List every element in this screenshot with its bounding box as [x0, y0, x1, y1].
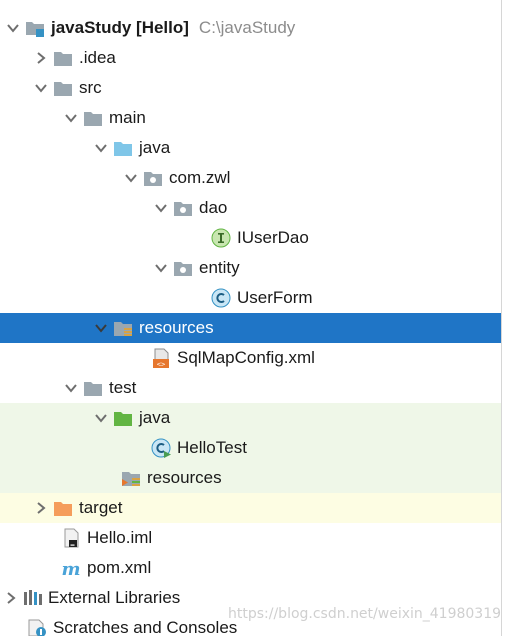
tree-row-userform[interactable]: UserForm [0, 283, 501, 313]
tree-row-sqlmapconfig[interactable]: <> SqlMapConfig.xml [0, 343, 501, 373]
package-icon [142, 167, 164, 189]
tree-row-test-resources[interactable]: resources [0, 463, 501, 493]
tree-row-label: com.zwl [169, 168, 231, 187]
svg-text:m: m [61, 559, 80, 579]
test-source-folder-icon [112, 407, 134, 429]
watermark: https://blog.csdn.net/weixin_41980319 [228, 606, 502, 622]
tree-row-label: java [139, 408, 171, 427]
scratches-icon [26, 617, 48, 636]
interface-icon [210, 227, 232, 249]
project-path-label: C:\javaStudy [198, 18, 296, 37]
folder-icon [52, 77, 74, 99]
class-icon [210, 287, 232, 309]
tree-row-label: javaStudy [Hello] [51, 18, 189, 37]
tree-row-label: Scratches and Consoles [53, 618, 238, 636]
tree-row-src[interactable]: src [0, 73, 501, 103]
source-root-folder-icon [112, 137, 134, 159]
package-icon [172, 257, 194, 279]
tree-row-test[interactable]: test [0, 373, 501, 403]
tree-row-label: target [79, 498, 123, 517]
tree-row-label: java [139, 138, 171, 157]
resources-folder-icon [112, 317, 134, 339]
panel-border [501, 0, 502, 636]
tree-row-package-entity[interactable]: entity [0, 253, 501, 283]
svg-text:<>: <> [157, 361, 165, 369]
tree-row-label: test [109, 378, 137, 397]
tree-row-target[interactable]: target [0, 493, 501, 523]
tree-row-label: resources [147, 468, 222, 487]
tree-row-label: pom.xml [87, 558, 152, 577]
tree-row-package-com-zwl[interactable]: com.zwl [0, 163, 501, 193]
tree-row-label: UserForm [237, 288, 313, 307]
chevron-down-icon[interactable] [90, 313, 112, 343]
test-class-icon [150, 437, 172, 459]
chevron-down-icon[interactable] [150, 253, 172, 283]
chevron-down-icon[interactable] [2, 13, 24, 43]
iml-file-icon [60, 527, 82, 549]
chevron-right-icon[interactable] [0, 583, 22, 613]
tree-row-iuserdao[interactable]: IUserDao [0, 223, 501, 253]
libraries-icon [22, 587, 44, 609]
tree-row-label: SqlMapConfig.xml [177, 348, 315, 367]
chevron-right-icon[interactable] [30, 493, 52, 523]
folder-icon [82, 107, 104, 129]
folder-icon [52, 47, 74, 69]
tree-row-main-resources[interactable]: resources [0, 313, 501, 343]
tree-row-label: src [79, 78, 102, 97]
tree-row-label: main [109, 108, 146, 127]
tree-row-label: resources [139, 318, 214, 337]
tree-row-main-java[interactable]: java [0, 133, 501, 163]
test-resources-folder-icon [120, 467, 142, 489]
chevron-down-icon[interactable] [60, 103, 82, 133]
tree-row-label: IUserDao [237, 228, 309, 247]
chevron-down-icon[interactable] [90, 403, 112, 433]
tree-row-main[interactable]: main [0, 103, 501, 133]
package-icon [172, 197, 194, 219]
tree-row-label: Hello.iml [87, 528, 153, 547]
maven-icon: m [60, 557, 82, 579]
tree-row-label: HelloTest [177, 438, 247, 457]
tree-row-hellotest[interactable]: HelloTest [0, 433, 501, 463]
chevron-down-icon[interactable] [60, 373, 82, 403]
excluded-folder-icon [52, 497, 74, 519]
module-folder-icon [24, 17, 46, 39]
tree-row-pom[interactable]: m pom.xml [0, 553, 501, 583]
chevron-right-icon[interactable] [30, 43, 52, 73]
tree-row-label: .idea [79, 48, 116, 67]
project-tree: javaStudy [Hello] C:\javaStudy .idea src… [0, 0, 501, 636]
folder-icon [82, 377, 104, 399]
tree-row-project-root[interactable]: javaStudy [Hello] C:\javaStudy [0, 13, 501, 43]
xml-file-icon: <> [150, 347, 172, 369]
tree-row-hello-iml[interactable]: Hello.iml [0, 523, 501, 553]
chevron-down-icon[interactable] [150, 193, 172, 223]
chevron-down-icon[interactable] [30, 73, 52, 103]
tree-row-label: dao [199, 198, 228, 217]
chevron-down-icon[interactable] [90, 133, 112, 163]
tree-row-package-dao[interactable]: dao [0, 193, 501, 223]
tree-row-test-java[interactable]: java [0, 403, 501, 433]
tree-row-label: External Libraries [48, 588, 181, 607]
tree-row-label: entity [199, 258, 240, 277]
chevron-down-icon[interactable] [120, 163, 142, 193]
tree-row-idea[interactable]: .idea [0, 43, 501, 73]
